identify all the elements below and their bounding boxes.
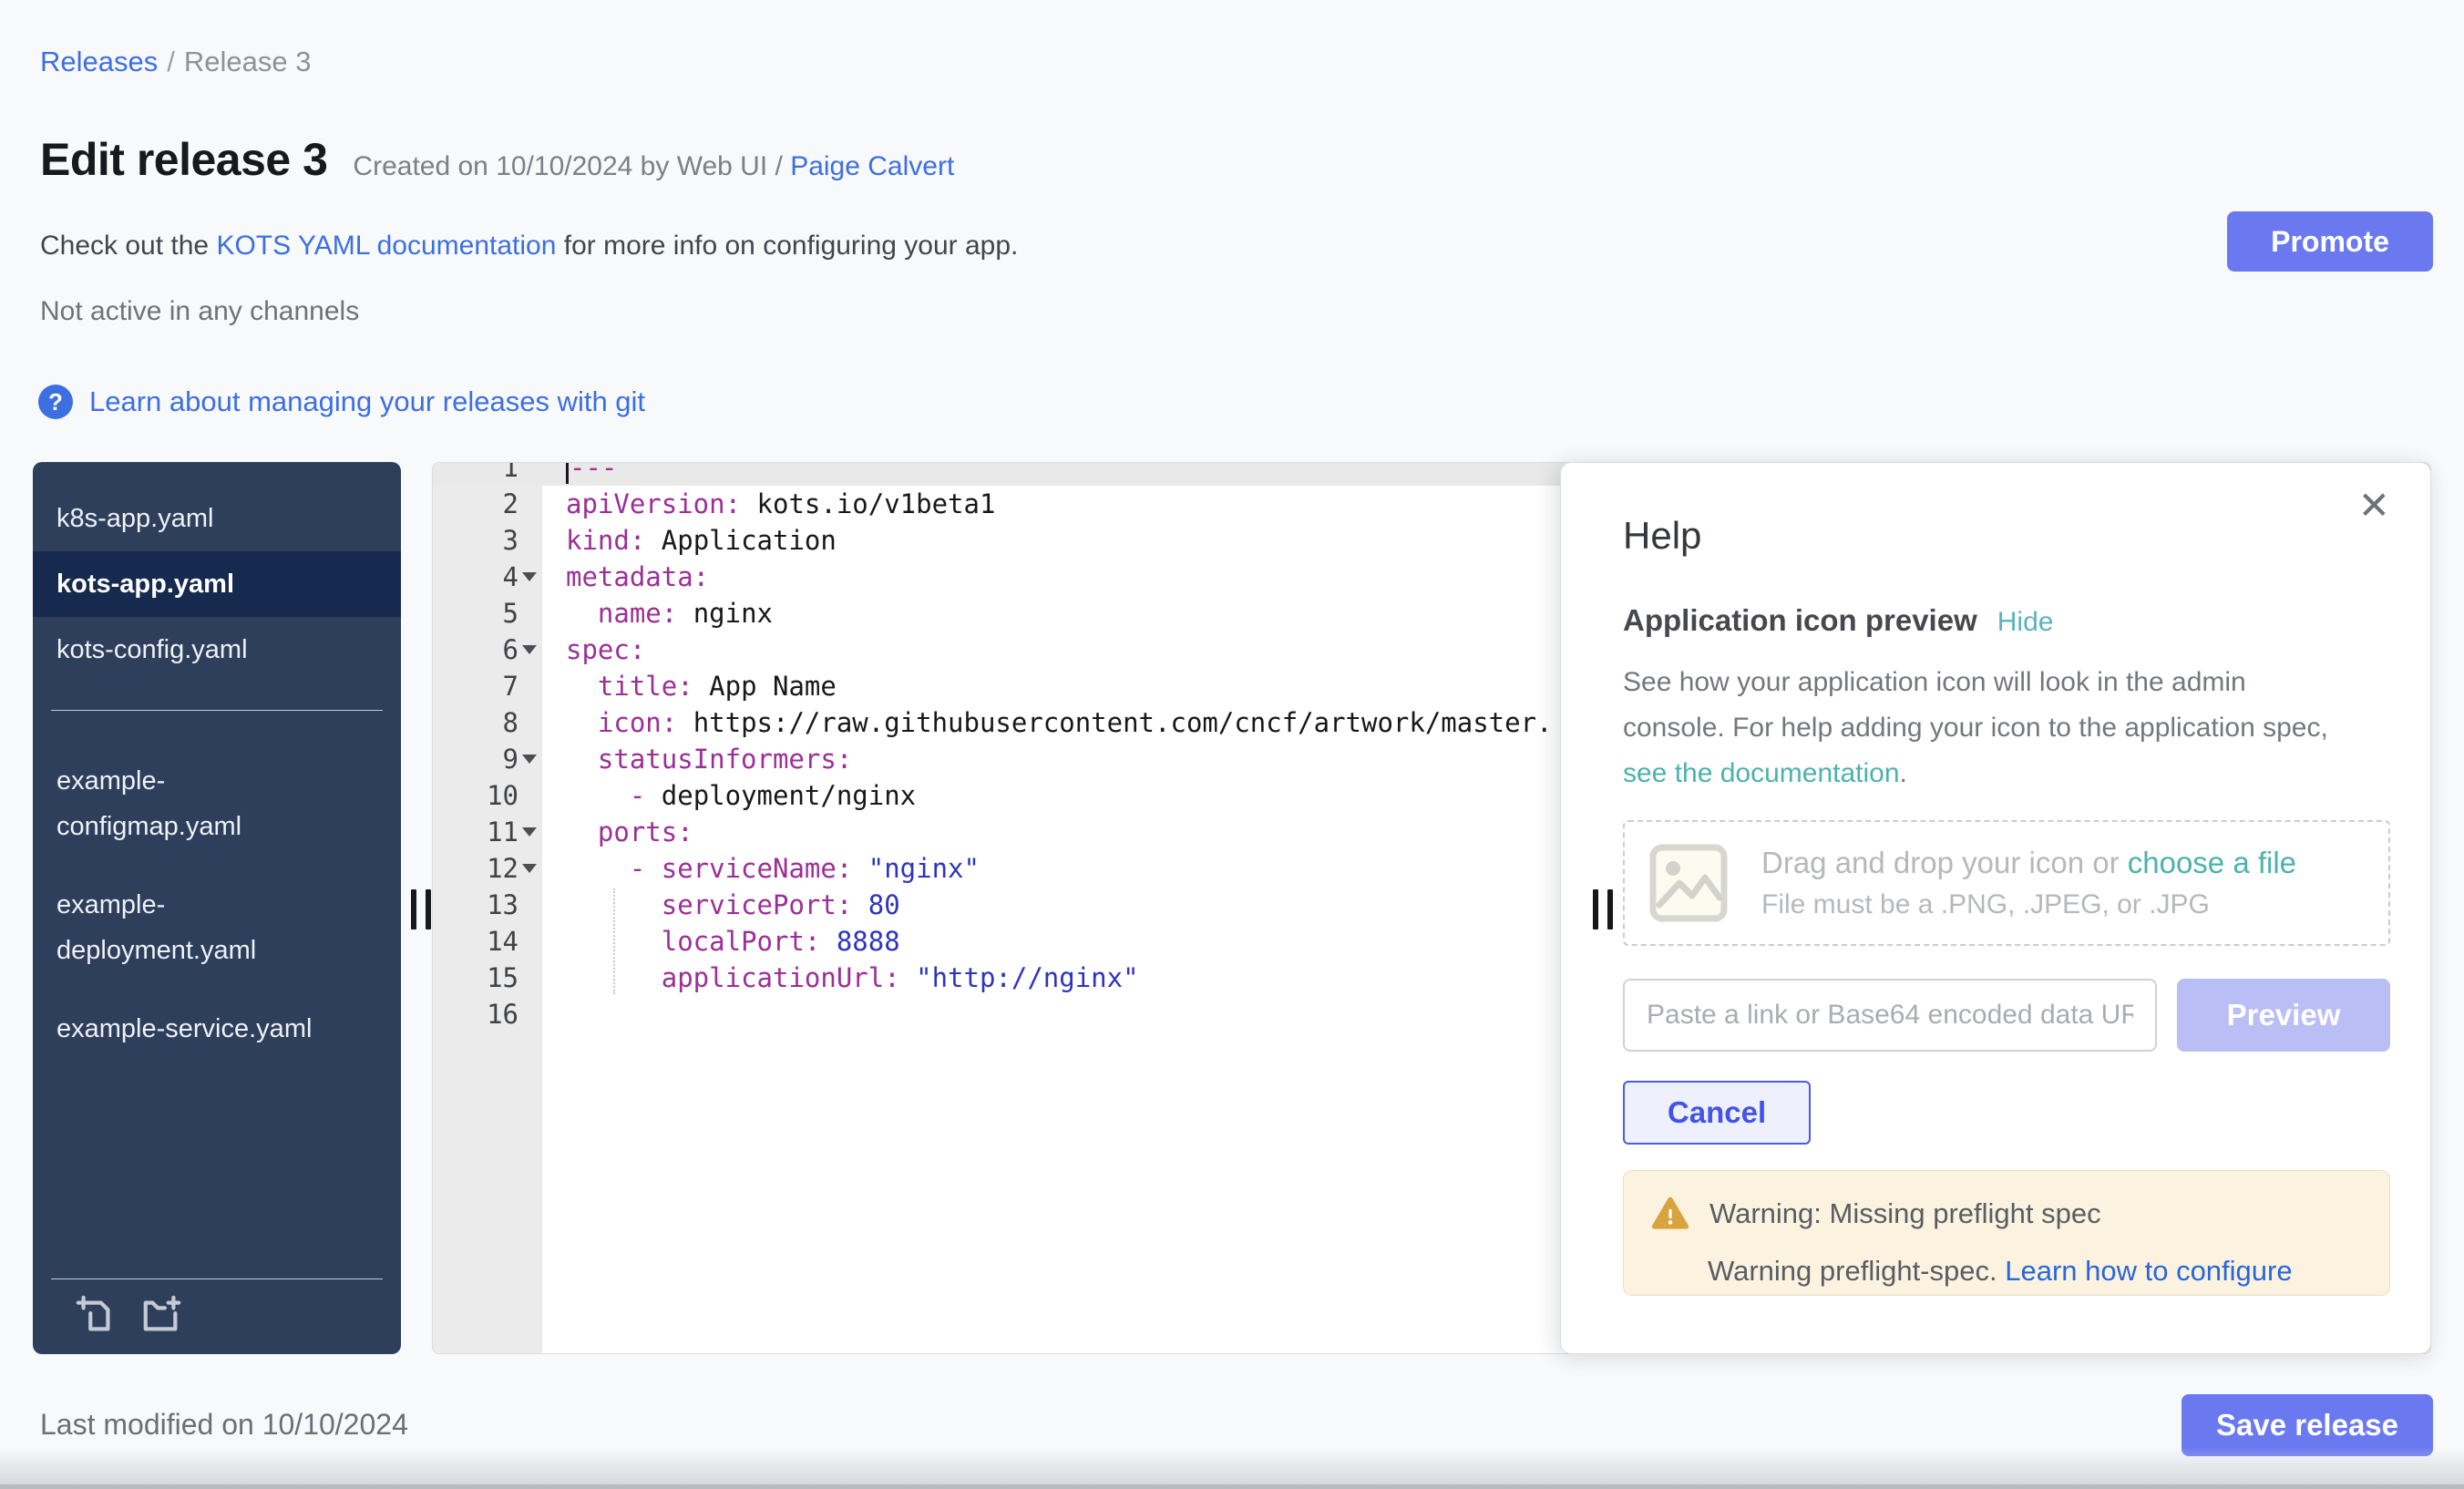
icon-dropzone[interactable]: Drag and drop your icon or choose a file… <box>1623 820 2390 946</box>
kots-yaml-doc-link[interactable]: KOTS YAML documentation <box>216 231 556 261</box>
git-help-row: ? Learn about managing your releases wit… <box>38 385 645 419</box>
sidebar-file-item[interactable]: k8s-app.yaml <box>33 486 401 551</box>
help-description: See how your application icon will look … <box>1623 660 2390 796</box>
sidebar-editor-resize-handle[interactable] <box>411 889 431 929</box>
promote-button[interactable]: Promote <box>2227 211 2433 272</box>
warning-detail-text: Warning preflight-spec. <box>1708 1255 2005 1287</box>
breadcrumb-current: Release 3 <box>184 46 312 77</box>
file-sidebar: k8s-app.yamlkots-app.yamlkots-config.yam… <box>33 462 401 1354</box>
sidebar-actions <box>51 1278 383 1341</box>
release-editor-page: Releases/Release 3 Edit release 3 Create… <box>0 0 2464 1489</box>
fold-toggle-icon[interactable] <box>522 864 537 873</box>
see-documentation-link[interactable]: see the documentation <box>1623 758 1900 788</box>
title-row: Edit release 3 Created on 10/10/2024 by … <box>40 133 954 186</box>
choose-file-link[interactable]: choose a file <box>2128 846 2296 879</box>
created-prefix: Created on 10/10/2024 by Web UI / <box>353 151 790 181</box>
close-icon[interactable]: ✕ <box>2358 487 2390 525</box>
dropzone-line1: Drag and drop your icon or <box>1761 846 2128 879</box>
icon-preview-title: Application icon preview <box>1623 603 1977 638</box>
text-cursor <box>566 462 569 484</box>
doc-hint: Check out the KOTS YAML documentation fo… <box>40 231 1018 262</box>
help-title: Help <box>1623 514 2390 558</box>
file-list-top: k8s-app.yamlkots-app.yamlkots-config.yam… <box>33 462 401 683</box>
cancel-button[interactable]: Cancel <box>1623 1081 1811 1145</box>
sidebar-file-item[interactable]: kots-app.yaml <box>33 551 401 617</box>
file-plus-icon[interactable] <box>75 1294 117 1336</box>
page-title: Edit release 3 <box>40 133 327 186</box>
icon-url-row: Preview <box>1623 979 2390 1052</box>
git-releases-link[interactable]: Learn about managing your releases with … <box>89 385 645 418</box>
indent-guide <box>613 888 615 994</box>
file-list-bottom: example- configmap.yaml example- deployme… <box>33 711 401 1052</box>
warning-triangle-icon <box>1651 1195 1689 1233</box>
breadcrumb-separator: / <box>158 46 184 77</box>
sidebar-file-item[interactable]: example- configmap.yaml <box>33 758 401 849</box>
question-circle-icon: ? <box>38 385 73 419</box>
dropzone-text: Drag and drop your icon or choose a file… <box>1761 846 2296 920</box>
help-panel: ✕ Help Application icon preview Hide See… <box>1560 462 2431 1354</box>
bottom-fade <box>0 1447 2464 1489</box>
preview-button[interactable]: Preview <box>2177 979 2390 1052</box>
created-info: Created on 10/10/2024 by Web UI / Paige … <box>353 151 954 182</box>
fold-toggle-icon[interactable] <box>522 645 537 654</box>
dropzone-line2: File must be a .PNG, .JPEG, or .JPG <box>1761 889 2296 920</box>
hide-link[interactable]: Hide <box>1997 607 2054 638</box>
warning-title: Warning: Missing preflight spec <box>1709 1197 2101 1230</box>
sidebar-file-item[interactable]: example- deployment.yaml <box>33 882 401 973</box>
sidebar-file-item[interactable]: example-service.yaml <box>33 1006 401 1052</box>
folder-plus-icon[interactable] <box>140 1294 182 1336</box>
channel-status: Not active in any channels <box>40 296 359 327</box>
editor-help-resize-handle[interactable] <box>1593 889 1613 929</box>
breadcrumb: Releases/Release 3 <box>40 46 311 78</box>
fold-toggle-icon[interactable] <box>522 827 537 837</box>
sidebar-file-item[interactable]: kots-config.yaml <box>33 617 401 683</box>
author-link[interactable]: Paige Calvert <box>790 151 954 181</box>
fold-toggle-icon[interactable] <box>522 755 537 764</box>
doc-post: for more info on configuring your app. <box>556 231 1018 261</box>
icon-url-input[interactable] <box>1623 979 2157 1052</box>
image-placeholder-icon <box>1648 843 1729 923</box>
last-modified: Last modified on 10/10/2024 <box>40 1408 408 1442</box>
breadcrumb-releases-link[interactable]: Releases <box>40 46 158 77</box>
configure-preflight-link[interactable]: Learn how to configure <box>2005 1255 2292 1287</box>
fold-toggle-icon[interactable] <box>522 572 537 581</box>
warning-detail: Warning preflight-spec. Learn how to con… <box>1708 1255 2362 1288</box>
doc-pre: Check out the <box>40 231 216 261</box>
help-section-row: Application icon preview Hide <box>1623 603 2390 638</box>
bottom-edge <box>0 1484 2464 1489</box>
preflight-warning: Warning: Missing preflight spec Warning … <box>1623 1170 2390 1296</box>
